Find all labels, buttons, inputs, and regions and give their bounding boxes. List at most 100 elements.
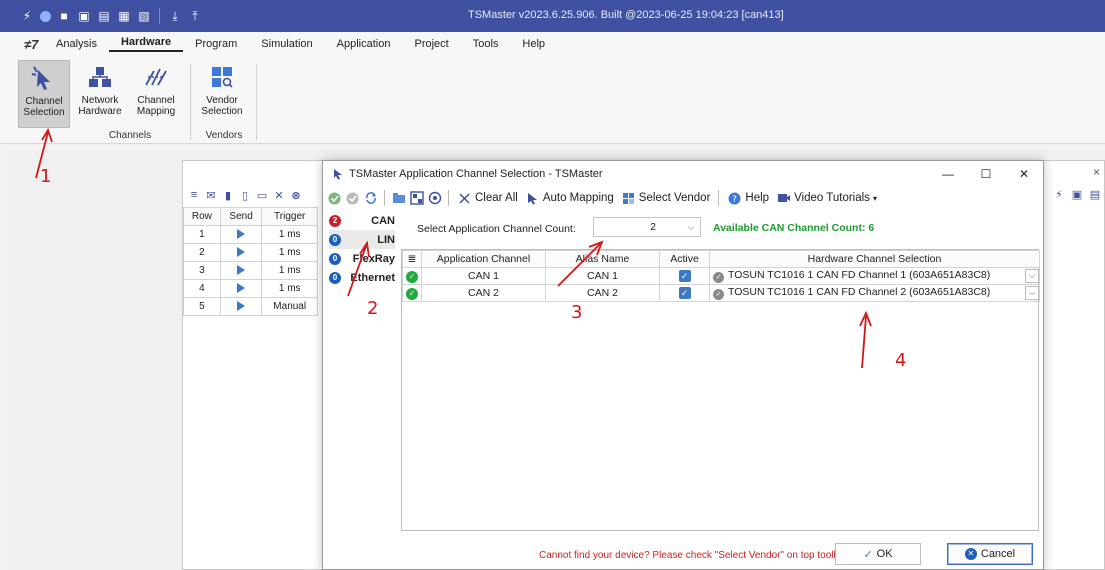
hardware-channel-select[interactable]: ✓ TOSUN TC1016 1 CAN FD Channel 1 (603A65… <box>709 267 1040 285</box>
clear-icon[interactable]: ▣ <box>1070 187 1084 201</box>
duplicate-icon[interactable]: ▭ <box>255 188 269 202</box>
lightning-icon[interactable]: ⚡ <box>1052 187 1066 201</box>
cancel-button[interactable]: ✕ Cancel <box>947 543 1033 565</box>
trigger-cell[interactable]: 1 ms <box>261 243 318 262</box>
table-row[interactable]: ✓ CAN 2 CAN 2 ✓ ✓ TOSUN TC1016 1 CAN FD C… <box>402 284 1040 302</box>
channel-selection-button[interactable]: Channel Selection <box>18 60 70 128</box>
minimize-icon[interactable]: — <box>929 161 967 187</box>
close-icon[interactable]: × <box>1093 165 1100 179</box>
channel-count-select[interactable]: 2 ⌵ <box>593 217 701 237</box>
menu-analysis[interactable]: Analysis <box>44 38 109 50</box>
send-button[interactable] <box>219 225 263 244</box>
vendor-selection-button[interactable]: Vendor Selection <box>196 60 248 128</box>
video-tutorials-button[interactable]: Video Tutorials ▾ <box>774 191 879 206</box>
column-header[interactable]: Active <box>659 250 710 268</box>
layout-icon[interactable]: ▦ <box>117 9 131 23</box>
open-icon[interactable] <box>391 191 406 206</box>
send-button[interactable] <box>219 279 263 298</box>
auto-mapping-button[interactable]: Auto Mapping <box>523 191 616 206</box>
column-header[interactable]: Send <box>219 207 263 226</box>
layout-save-icon[interactable]: ▧ <box>137 9 151 23</box>
bus-item-flexray[interactable]: 0 FlexRay <box>329 249 395 268</box>
send-button[interactable] <box>219 243 263 262</box>
mail-icon[interactable]: ✉ <box>204 188 218 202</box>
table-row[interactable]: 4 1 ms <box>183 279 318 298</box>
column-header[interactable]: Row <box>183 207 221 226</box>
check-outline-icon[interactable] <box>345 191 360 206</box>
bus-item-lin[interactable]: 0 LIN <box>329 230 395 249</box>
help-button[interactable]: ? Help <box>725 191 771 206</box>
upload-icon[interactable]: ⤒ <box>188 9 202 23</box>
alias-name-cell[interactable]: CAN 2 <box>545 284 660 302</box>
window-title: TSMaster v2023.6.25.906. Built @2023-06-… <box>468 9 784 21</box>
menu-bar: ≠7 Analysis Hardware Program Simulation … <box>0 32 1105 56</box>
copy-icon[interactable]: ▮ <box>221 188 235 202</box>
open-folder-icon[interactable]: ▤ <box>97 9 111 23</box>
column-header[interactable]: Trigger <box>261 207 318 226</box>
lightning-icon[interactable]: ⚡ <box>20 9 34 23</box>
count-badge: 0 <box>329 271 341 284</box>
menu-project[interactable]: Project <box>402 38 460 50</box>
vendor-icon <box>207 62 237 92</box>
close-icon[interactable]: ✕ <box>1005 161 1043 187</box>
save-icon[interactable]: ▣ <box>77 9 91 23</box>
cancel-label: Cancel <box>980 548 1016 560</box>
active-checkbox[interactable]: ✓ <box>659 267 710 285</box>
table-row[interactable]: ✓ CAN 1 CAN 1 ✓ ✓ TOSUN TC1016 1 CAN FD C… <box>402 267 1040 285</box>
refresh-icon[interactable] <box>363 191 378 206</box>
stop-icon[interactable]: ⊗ <box>289 188 303 202</box>
network-hardware-button[interactable]: Network Hardware <box>74 60 126 128</box>
menu-hardware[interactable]: Hardware <box>108 36 184 52</box>
alias-name-cell[interactable]: CAN 1 <box>545 267 660 285</box>
clear-all-button[interactable]: Clear All <box>455 191 520 206</box>
table-row[interactable]: 1 1 ms <box>183 225 318 244</box>
row-number: 5 <box>183 297 221 316</box>
column-header[interactable]: Application Channel <box>421 250 546 268</box>
channel-mapping-grid: ≣ Application Channel Alias Name Active … <box>401 249 1040 531</box>
send-button[interactable] <box>219 261 263 280</box>
ok-button[interactable]: ✓ OK <box>835 543 921 565</box>
bus-item-can[interactable]: 2 CAN <box>329 211 395 230</box>
hardware-channel-value: TOSUN TC1016 1 CAN FD Channel 1 (603A651… <box>728 269 991 281</box>
table-row[interactable]: 2 1 ms <box>183 243 318 262</box>
trigger-cell[interactable]: 1 ms <box>261 261 318 280</box>
maximize-icon[interactable]: ☐ <box>967 161 1005 187</box>
save-layout-icon[interactable] <box>409 191 424 206</box>
check-circle-icon[interactable] <box>327 191 342 206</box>
channel-mapping-button[interactable]: Channel Mapping <box>130 60 182 128</box>
settings-icon[interactable] <box>427 191 442 206</box>
table-row[interactable]: 3 1 ms <box>183 261 318 280</box>
trigger-cell[interactable]: 1 ms <box>261 279 318 298</box>
column-header[interactable]: Hardware Channel Selection <box>709 250 1040 268</box>
menu-program[interactable]: Program <box>183 38 249 50</box>
menu-application[interactable]: Application <box>325 38 403 50</box>
database-icon[interactable]: ≡ <box>187 188 201 202</box>
count-badge: 2 <box>329 214 341 227</box>
active-checkbox[interactable]: ✓ <box>659 284 710 302</box>
delete-icon[interactable]: ✕ <box>272 188 286 202</box>
play-icon <box>237 283 246 294</box>
trigger-cell[interactable]: Manual <box>261 297 318 316</box>
window-icon[interactable]: ▤ <box>1088 187 1102 201</box>
send-button[interactable] <box>219 297 263 316</box>
checkbox-checked-icon: ✓ <box>678 287 691 299</box>
menu-help[interactable]: Help <box>510 38 557 50</box>
app-logo-icon[interactable]: ≠7 <box>0 37 38 52</box>
hardware-channel-select[interactable]: ✓ TOSUN TC1016 1 CAN FD Channel 2 (603A65… <box>709 284 1040 302</box>
row-menu-icon[interactable]: ≣ <box>402 250 422 268</box>
column-header[interactable]: Alias Name <box>545 250 660 268</box>
paste-icon[interactable]: ▯ <box>238 188 252 202</box>
play-icon <box>237 265 246 276</box>
chevron-down-icon[interactable]: ⌵ <box>1025 286 1039 300</box>
bus-item-ethernet[interactable]: 0 Ethernet <box>329 268 395 287</box>
message-icon[interactable]: ■ <box>57 9 71 23</box>
select-vendor-button[interactable]: Select Vendor <box>619 191 713 206</box>
download-icon[interactable]: ⤓ <box>168 9 182 23</box>
trigger-cell[interactable]: 1 ms <box>261 225 318 244</box>
clear-all-label: Clear All <box>475 192 518 204</box>
chevron-down-icon[interactable]: ⌵ <box>1025 269 1039 283</box>
table-row[interactable]: 5 Manual <box>183 297 318 316</box>
menu-simulation[interactable]: Simulation <box>249 38 324 50</box>
status-dot-icon[interactable] <box>40 10 51 22</box>
menu-tools[interactable]: Tools <box>461 38 511 50</box>
